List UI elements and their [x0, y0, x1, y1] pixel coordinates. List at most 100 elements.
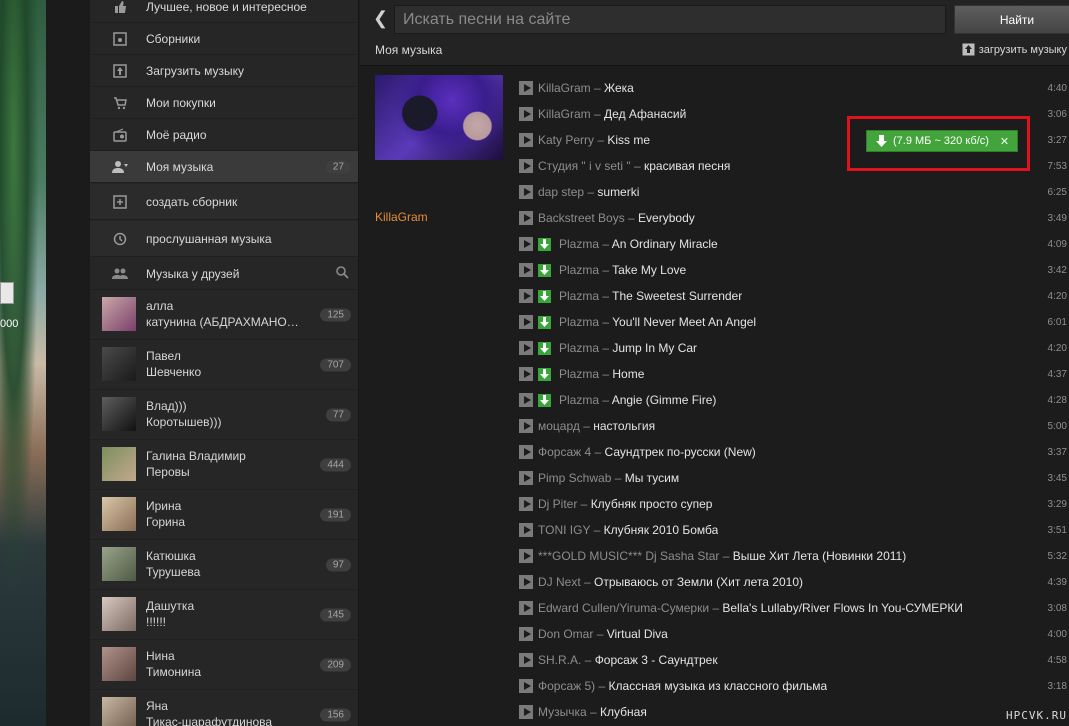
track-title[interactable]: Take My Love	[612, 263, 686, 277]
download-icon[interactable]	[538, 341, 551, 355]
track-title[interactable]: Выше Хит Лета (Новинки 2011)	[733, 549, 906, 563]
play-icon[interactable]	[519, 185, 533, 199]
play-icon[interactable]	[519, 653, 533, 667]
download-icon[interactable]	[538, 237, 551, 251]
friend-item[interactable]: Яна Тикас-шарафутдинова 156	[90, 690, 358, 726]
friend-item[interactable]: Дашутка !!!!!! 145	[90, 590, 358, 640]
download-icon[interactable]	[538, 315, 551, 329]
track-title[interactable]: Классная музыка из классного фильма	[609, 679, 828, 693]
track-row[interactable]: SH.R.A. – Форсаж 3 - Саундтрек 4:58	[519, 647, 1067, 673]
track-title[interactable]: The Sweetest Surrender	[612, 289, 742, 303]
track-title[interactable]: Bella's Lullaby/River Flows In You-СУМЕР…	[722, 601, 963, 615]
friend-item[interactable]: Галина Владимир Перовы 444	[90, 440, 358, 490]
track-row[interactable]: Plazma – Jump In My Car 4:20	[519, 335, 1067, 361]
track-artist[interactable]: Студия " i v seti "	[538, 159, 631, 173]
sidebar-item-my-music[interactable]: Моя музыка 27	[90, 151, 358, 183]
track-row[interactable]: Plazma – Home 4:37	[519, 361, 1067, 387]
track-title[interactable]: Kiss me	[607, 133, 650, 147]
sidebar-item-create-collection[interactable]: создать сборник	[90, 184, 358, 220]
track-row[interactable]: Don Omar – Virtual Diva 4:00	[519, 621, 1067, 647]
back-icon[interactable]: ❮	[373, 8, 388, 29]
track-title[interactable]: Форсаж 3 - Саундтрек	[595, 653, 718, 667]
track-artist[interactable]: Музычка	[538, 705, 587, 719]
track-artist[interactable]: Форсаж 5)	[538, 679, 595, 693]
track-artist[interactable]: DJ Next	[538, 575, 581, 589]
play-icon[interactable]	[519, 237, 533, 251]
friend-item[interactable]: Нина Тимонина 209	[90, 640, 358, 690]
track-row[interactable]: Форсаж 5) – Классная музыка из классного…	[519, 673, 1067, 699]
play-icon[interactable]	[519, 627, 533, 641]
track-artist[interactable]: dap step	[538, 185, 584, 199]
friend-item[interactable]: Катюшка Турушева 97	[90, 540, 358, 590]
friend-item[interactable]: алла катунина (АБДРАХМАНОВА) 125	[90, 290, 358, 340]
track-artist[interactable]: TONI IGY	[538, 523, 590, 537]
download-icon[interactable]	[538, 289, 551, 303]
track-artist[interactable]: Plazma	[559, 367, 599, 381]
track-row[interactable]: DJ Next – Отрываюсь от Земли (Хит лета 2…	[519, 569, 1067, 595]
sidebar-item-friends-music[interactable]: Музыка у друзей	[90, 258, 358, 290]
song-search-input[interactable]	[394, 5, 946, 34]
play-icon[interactable]	[519, 341, 533, 355]
album-cover[interactable]	[375, 75, 503, 160]
track-artist[interactable]: Pimp Schwab	[538, 471, 611, 485]
track-row[interactable]: Edward Cullen/Yiruma-Сумерки – Bella's L…	[519, 595, 1067, 621]
sidebar-item-upload[interactable]: Загрузить музыку	[90, 55, 358, 87]
track-artist[interactable]: Katy Perry	[538, 133, 594, 147]
track-row[interactable]: Plazma – Take My Love 3:42	[519, 257, 1067, 283]
track-artist[interactable]: KillaGram	[538, 107, 591, 121]
track-artist[interactable]: Plazma	[559, 341, 599, 355]
track-title[interactable]: Everybody	[638, 211, 695, 225]
track-row[interactable]: Музычка – Клубная	[519, 699, 1067, 725]
track-title[interactable]: красивая песня	[644, 159, 730, 173]
track-row[interactable]: Форсаж 4 – Саундтрек по-русски (New) 3:37	[519, 439, 1067, 465]
friend-item[interactable]: Ирина Горина 191	[90, 490, 358, 540]
play-icon[interactable]	[519, 705, 533, 719]
track-row[interactable]: Plazma – An Ordinary Miracle 4:09	[519, 231, 1067, 257]
track-title[interactable]: Мы тусим	[625, 471, 679, 485]
track-row[interactable]: ***GOLD MUSIC*** Dj Sasha Star – Выше Хи…	[519, 543, 1067, 569]
play-icon[interactable]	[519, 289, 533, 303]
track-row[interactable]: Plazma – You'll Never Meet An Angel 6:01	[519, 309, 1067, 335]
play-icon[interactable]	[519, 497, 533, 511]
artist-link[interactable]: KillaGram	[375, 210, 428, 224]
friend-item[interactable]: Влад))) Коротышев))) 77	[90, 390, 358, 440]
sidebar-item-history[interactable]: прослушанная музыка	[90, 221, 358, 257]
track-title[interactable]: sumerki	[597, 185, 639, 199]
play-icon[interactable]	[519, 419, 533, 433]
play-icon[interactable]	[519, 367, 533, 381]
track-artist[interactable]: Форсаж 4	[538, 445, 591, 459]
track-title[interactable]: Клубняк просто супер	[591, 497, 713, 511]
track-artist[interactable]: SH.R.A.	[538, 653, 581, 667]
track-artist[interactable]: Plazma	[559, 237, 599, 251]
play-icon[interactable]	[519, 601, 533, 615]
play-icon[interactable]	[519, 133, 533, 147]
play-icon[interactable]	[519, 679, 533, 693]
track-artist[interactable]: KillaGram	[538, 81, 591, 95]
play-icon[interactable]	[519, 471, 533, 485]
play-icon[interactable]	[519, 211, 533, 225]
play-icon[interactable]	[519, 445, 533, 459]
track-title[interactable]: You'll Never Meet An Angel	[612, 315, 756, 329]
track-artist[interactable]: Plazma	[559, 263, 599, 277]
sidebar-item-best[interactable]: Лучшее, новое и интересное	[90, 0, 358, 23]
track-row[interactable]: Plazma – Angie (Gimme Fire) 4:28	[519, 387, 1067, 413]
sidebar-item-purchases[interactable]: Мои покупки	[90, 87, 358, 119]
track-row[interactable]: KillaGram – Жека 4:40	[519, 75, 1067, 101]
track-title[interactable]: Angie (Gimme Fire)	[612, 393, 717, 407]
track-title[interactable]: Клубняк 2010 Бомба	[604, 523, 719, 537]
track-artist[interactable]: Edward Cullen/Yiruma-Сумерки	[538, 601, 709, 615]
search-icon[interactable]	[336, 265, 349, 282]
download-icon[interactable]	[538, 367, 551, 381]
track-row[interactable]: Pimp Schwab – Мы тусим 3:45	[519, 465, 1067, 491]
track-title[interactable]: Home	[612, 367, 644, 381]
track-artist[interactable]: Plazma	[559, 315, 599, 329]
track-title[interactable]: Саундтрек по-русски (New)	[605, 445, 756, 459]
track-title[interactable]: Jump In My Car	[612, 341, 697, 355]
track-row[interactable]: Plazma – The Sweetest Surrender 4:20	[519, 283, 1067, 309]
sidebar-item-collections[interactable]: Сборники	[90, 23, 358, 55]
download-icon[interactable]	[538, 393, 551, 407]
track-row[interactable]: Backstreet Boys – Everybody 3:49	[519, 205, 1067, 231]
track-artist[interactable]: Plazma	[559, 289, 599, 303]
track-artist[interactable]: Don Omar	[538, 627, 593, 641]
play-icon[interactable]	[519, 107, 533, 121]
